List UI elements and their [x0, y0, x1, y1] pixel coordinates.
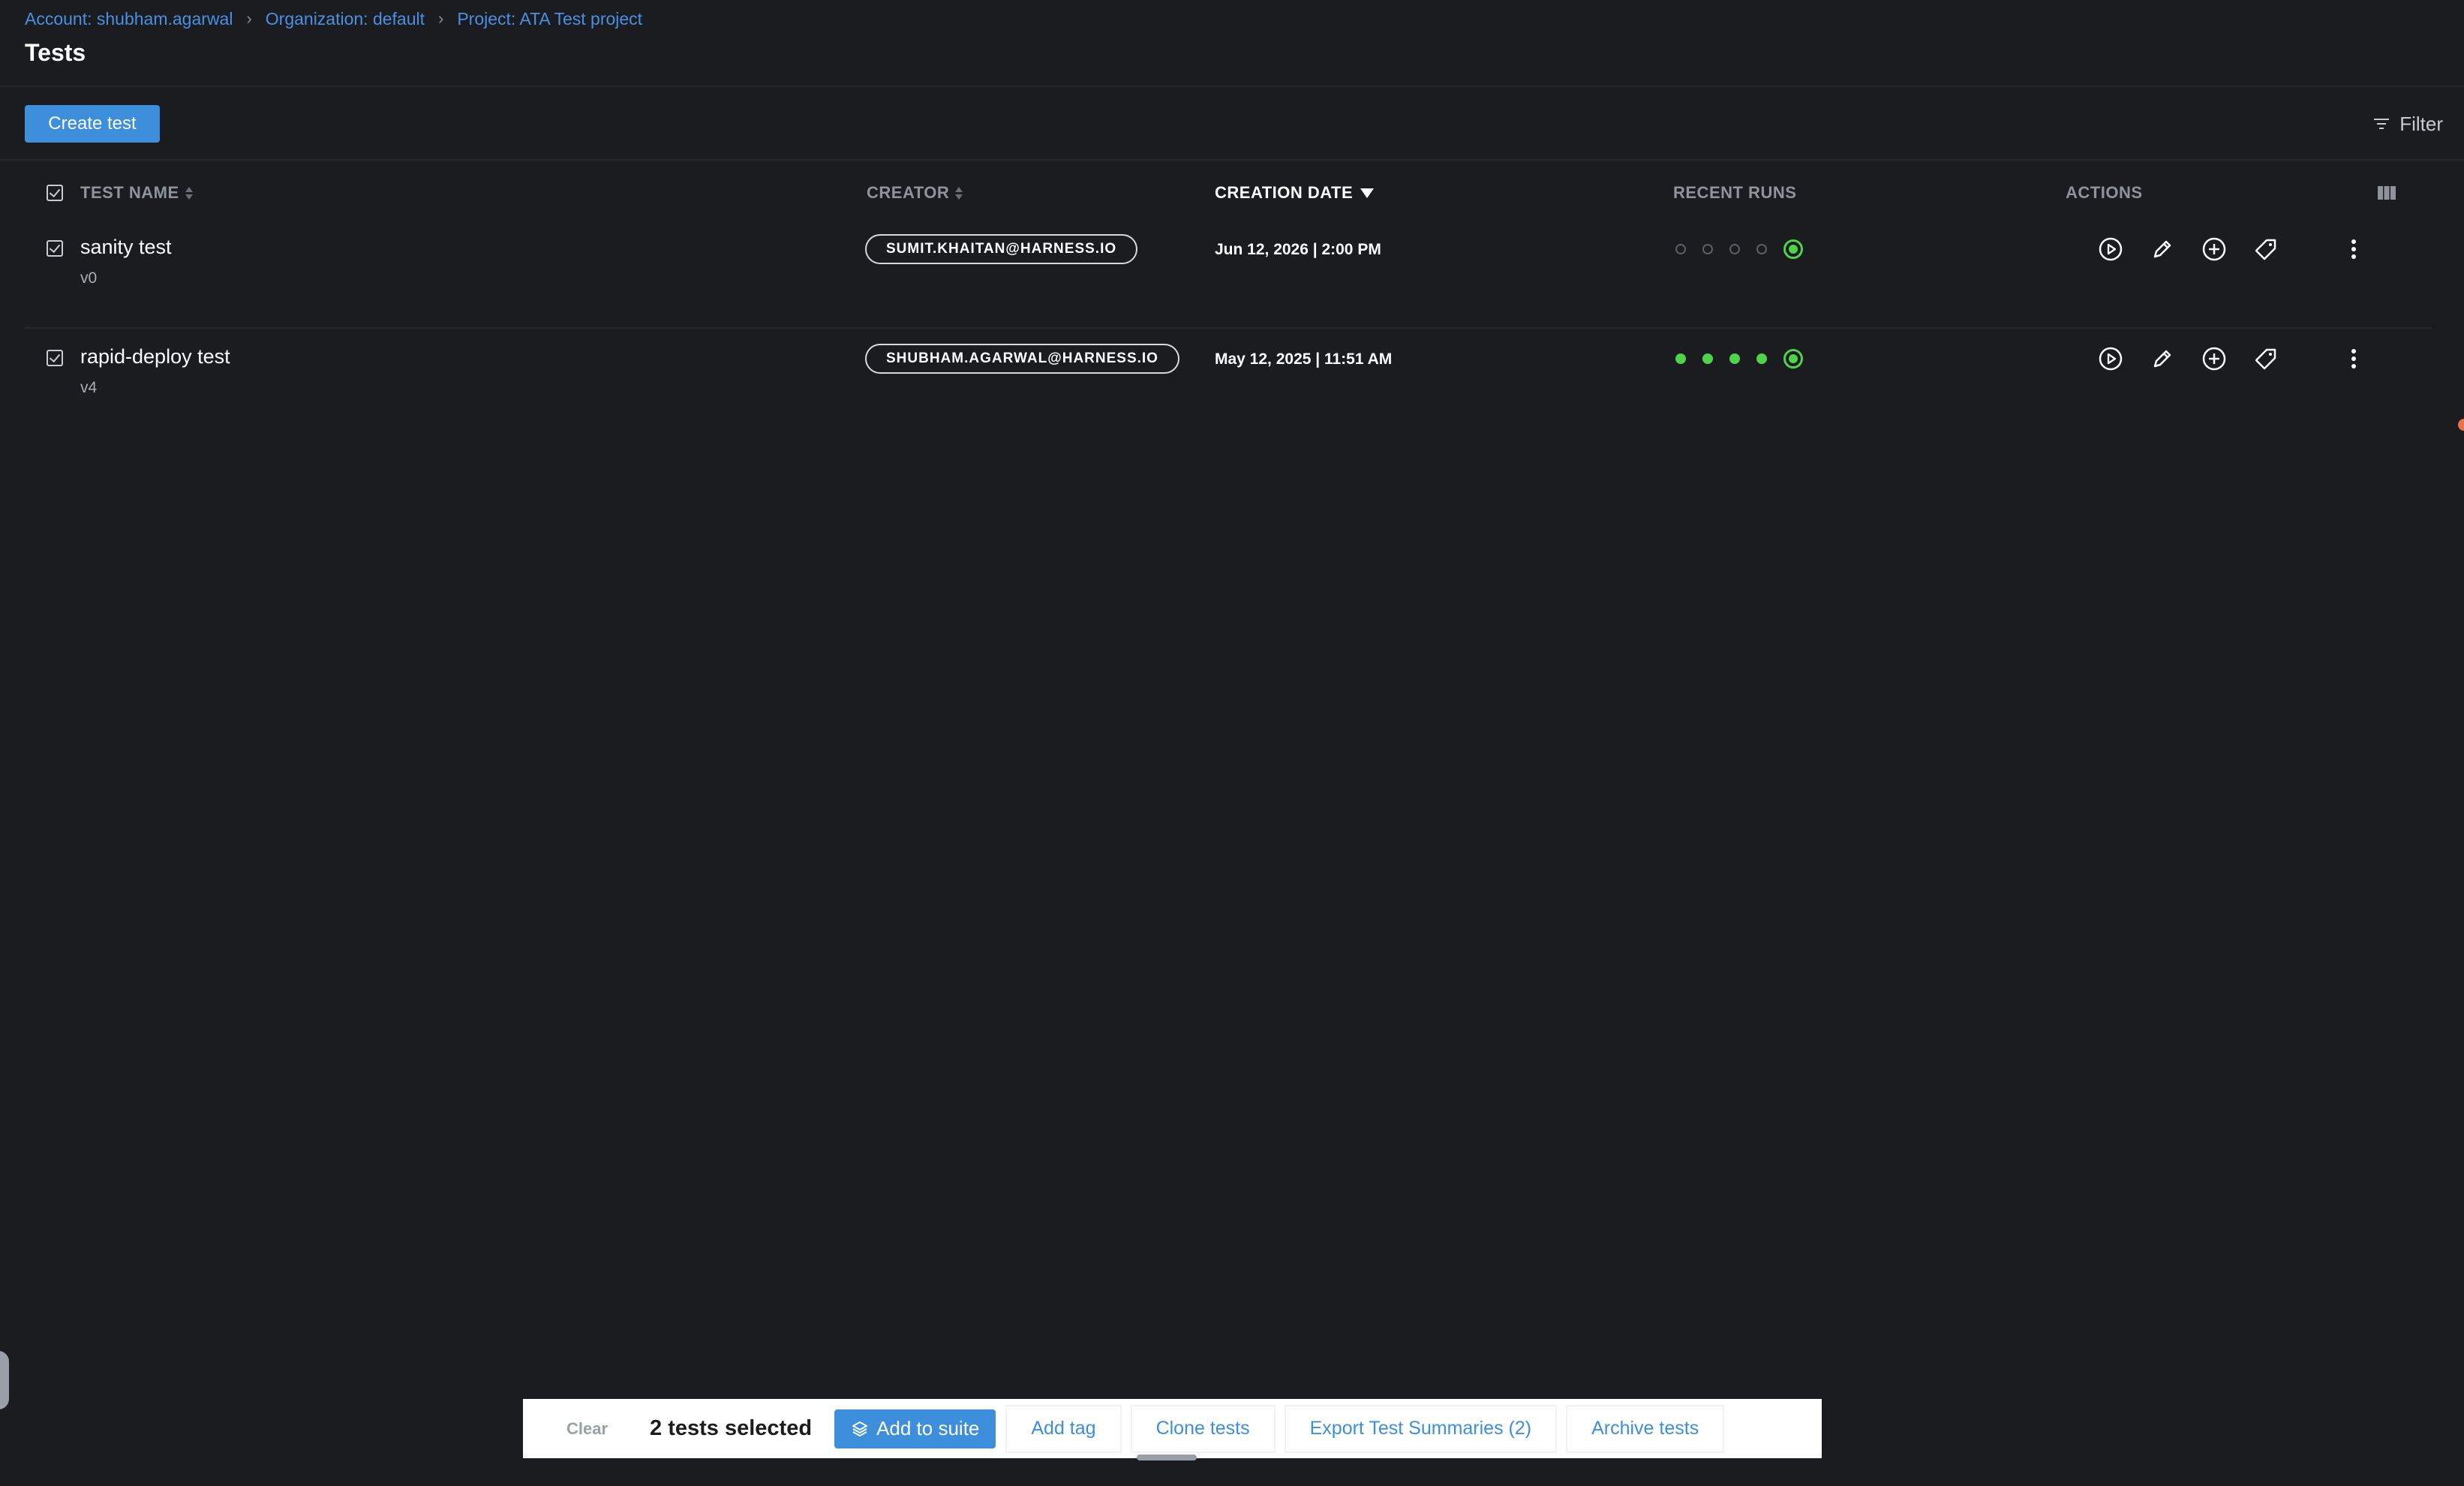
page-header: Account: shubham.agarwal › Organization:…	[0, 0, 2464, 87]
add-tag-button[interactable]: Add tag	[1006, 1405, 1121, 1452]
filter-label: Filter	[2399, 112, 2443, 135]
row-checkbox[interactable]	[47, 240, 63, 257]
clone-tests-button[interactable]: Clone tests	[1131, 1405, 1275, 1452]
date-cell: Jun 12, 2026 | 2:00 PM	[1215, 241, 1381, 259]
recent-runs	[1675, 239, 1803, 259]
breadcrumb-project[interactable]: Project: ATA Test project	[457, 9, 642, 29]
tag-icon[interactable]	[2252, 236, 2279, 263]
creation-date: Jun 12, 2026 | 2:00 PM	[1215, 241, 1381, 258]
creation-date: May 12, 2025 | 11:51 AM	[1215, 350, 1393, 368]
add-to-suite-label: Add to suite	[876, 1417, 980, 1439]
creator-cell: SUMIT.KHAITAN@HARNESS.IO	[865, 234, 1138, 264]
run-status-dot[interactable]	[1756, 244, 1767, 254]
test-name[interactable]: sanity test	[80, 236, 172, 259]
notification-dot	[2458, 419, 2464, 431]
page-title: Tests	[25, 39, 86, 66]
layers-icon	[852, 1421, 868, 1436]
column-creator[interactable]: CREATOR	[867, 167, 963, 219]
create-test-button[interactable]: Create test	[25, 105, 160, 143]
column-label: ACTIONS	[2066, 183, 2143, 202]
creator-chip: SUMIT.KHAITAN@HARNESS.IO	[865, 234, 1138, 264]
archive-tests-button[interactable]: Archive tests	[1567, 1405, 1724, 1452]
run-status-dot[interactable]	[1729, 244, 1740, 254]
row-checkbox[interactable]	[47, 350, 63, 366]
run-status-dot[interactable]	[1783, 239, 1803, 259]
run-status-dot[interactable]	[1675, 244, 1686, 254]
run-status-dot[interactable]	[1702, 353, 1713, 364]
tag-icon[interactable]	[2252, 345, 2279, 372]
creator-chip: SHUBHAM.AGARWAL@HARNESS.IO	[865, 344, 1179, 374]
row-actions	[2097, 236, 2392, 263]
add-icon[interactable]	[2201, 345, 2228, 372]
column-label: CREATOR	[867, 183, 950, 202]
drag-handle[interactable]	[1137, 1454, 1197, 1460]
run-status-dot[interactable]	[1702, 244, 1713, 254]
recent-runs	[1675, 349, 1803, 368]
more-options-icon[interactable]	[2340, 345, 2367, 372]
filter-icon	[2374, 119, 2390, 129]
row-actions	[2097, 345, 2392, 372]
run-status-dot[interactable]	[1675, 353, 1686, 364]
table-row[interactable]: sanity test v0 SUMIT.KHAITAN@HARNESS.IO …	[25, 219, 2432, 329]
chevron-right-icon: ›	[438, 9, 444, 28]
chevron-right-icon: ›	[246, 9, 252, 28]
breadcrumb: Account: shubham.agarwal › Organization:…	[25, 8, 642, 30]
bulk-action-bar: Clear 2 tests selected Add to suite Add …	[523, 1399, 1822, 1458]
select-all-cell	[47, 167, 63, 219]
run-status-dot[interactable]	[1783, 349, 1803, 368]
column-label: RECENT RUNS	[1673, 183, 1797, 202]
sort-icon	[955, 186, 963, 200]
run-status-dot[interactable]	[1756, 353, 1767, 364]
table-body: sanity test v0 SUMIT.KHAITAN@HARNESS.IO …	[25, 219, 2432, 437]
test-name-cell: sanity test v0	[80, 236, 172, 287]
clear-selection-button[interactable]: Clear	[566, 1419, 608, 1439]
side-panel-toggle[interactable]	[0, 1351, 9, 1409]
run-test-icon[interactable]	[2097, 236, 2124, 263]
table-header: TEST NAME CREATOR CREATION DATE RECENT R…	[25, 167, 2432, 219]
sort-icon	[185, 186, 193, 200]
date-cell: May 12, 2025 | 11:51 AM	[1215, 350, 1392, 368]
toolbar: Create test Filter	[0, 87, 2464, 161]
add-to-suite-button[interactable]: Add to suite	[834, 1409, 996, 1448]
tests-page: Account: shubham.agarwal › Organization:…	[0, 0, 2464, 1486]
column-label: CREATION DATE	[1215, 183, 1354, 202]
add-icon[interactable]	[2201, 236, 2228, 263]
sort-desc-icon	[1360, 188, 1375, 198]
column-creation-date[interactable]: CREATION DATE	[1215, 167, 1375, 219]
breadcrumb-organization[interactable]: Organization: default	[266, 9, 425, 29]
edit-test-icon[interactable]	[2149, 345, 2176, 372]
run-test-icon[interactable]	[2097, 345, 2124, 372]
column-actions: ACTIONS	[2066, 167, 2143, 219]
test-name-cell: rapid-deploy test v4	[80, 345, 230, 397]
more-options-icon[interactable]	[2340, 236, 2367, 263]
test-version: v4	[80, 379, 98, 396]
row-select-cell	[47, 350, 63, 366]
test-name[interactable]: rapid-deploy test	[80, 345, 230, 368]
select-all-checkbox[interactable]	[47, 185, 63, 201]
column-label: TEST NAME	[80, 183, 179, 202]
filter-button[interactable]: Filter	[2372, 107, 2443, 141]
table-row[interactable]: rapid-deploy test v4 SHUBHAM.AGARWAL@HAR…	[25, 329, 2432, 437]
test-version: v0	[80, 269, 98, 287]
breadcrumb-account[interactable]: Account: shubham.agarwal	[25, 9, 233, 29]
edit-test-icon[interactable]	[2149, 236, 2176, 263]
export-summaries-button[interactable]: Export Test Summaries (2)	[1285, 1405, 1557, 1452]
column-test-name[interactable]: TEST NAME	[80, 167, 193, 219]
tests-table: TEST NAME CREATOR CREATION DATE RECENT R…	[25, 167, 2432, 437]
run-status-dot[interactable]	[1729, 353, 1740, 364]
column-recent-runs: RECENT RUNS	[1673, 167, 1796, 219]
selected-count: 2 tests selected	[650, 1416, 813, 1440]
creator-cell: SHUBHAM.AGARWAL@HARNESS.IO	[865, 344, 1179, 374]
row-select-cell	[47, 240, 63, 257]
column-settings-icon[interactable]	[2377, 167, 2396, 219]
